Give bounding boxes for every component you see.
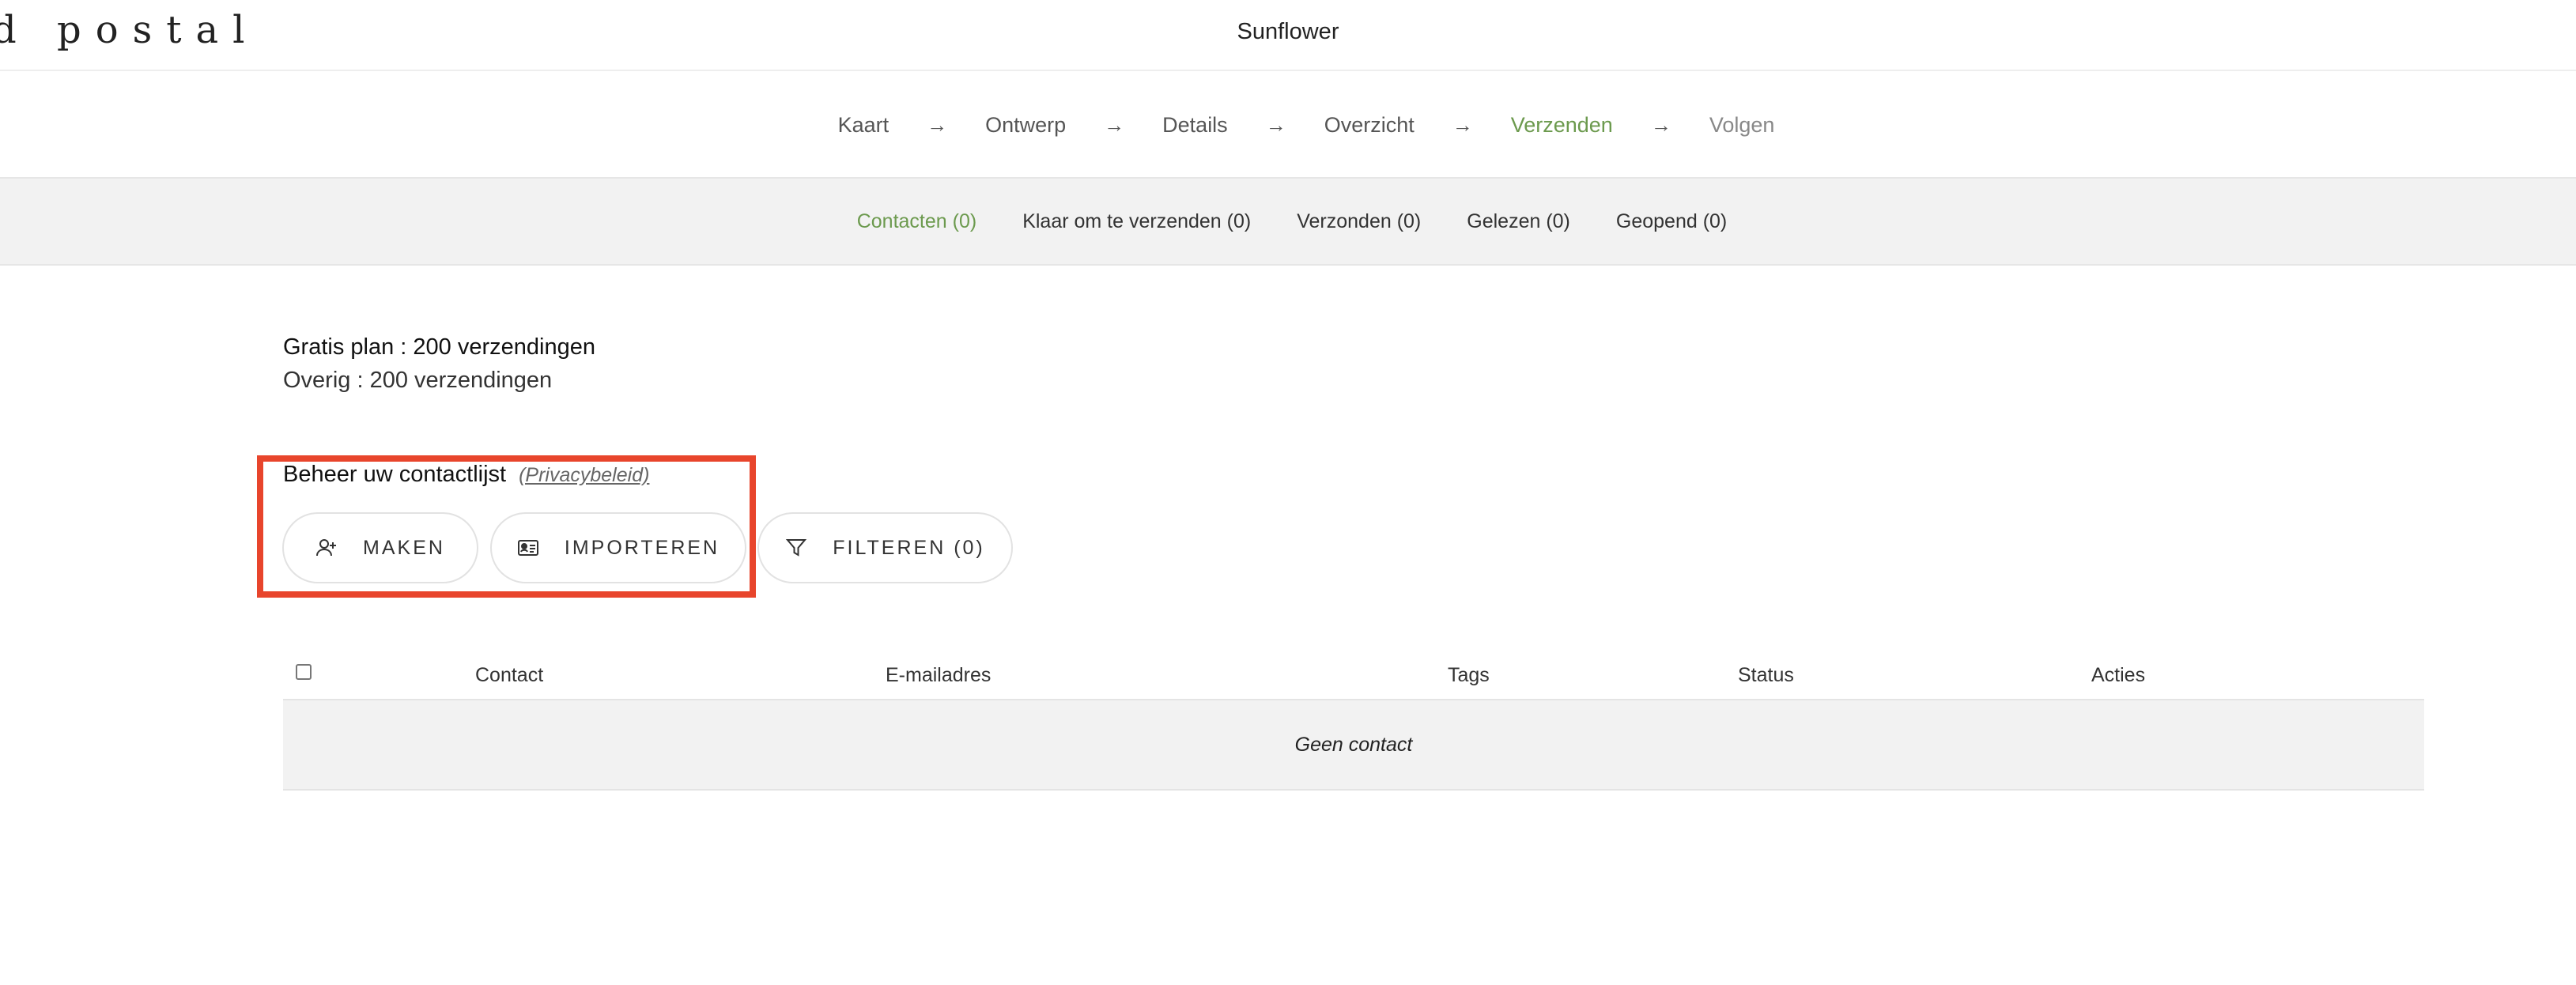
- step-arrow-icon: →: [1650, 112, 1671, 137]
- column-header-contact[interactable]: Contact: [475, 664, 543, 687]
- tab-geopend[interactable]: Geopend (0): [1593, 210, 1750, 233]
- step-arrow-icon: →: [927, 112, 948, 137]
- step-arrow-icon: →: [1104, 112, 1125, 137]
- plan-info: Gratis plan : 200 verzendingen Overig : …: [283, 330, 595, 397]
- filter-icon: [785, 537, 807, 559]
- empty-table-row: Geen contact: [283, 699, 2424, 791]
- tab-gelezen[interactable]: Gelezen (0): [1444, 210, 1593, 233]
- contacts-table: Contact E-mailadres Tags Status Acties G…: [283, 653, 2424, 791]
- step-arrow-icon: →: [1265, 112, 1286, 137]
- step-volgen[interactable]: Volgen: [1694, 113, 1791, 138]
- select-all-checkbox[interactable]: [296, 664, 312, 680]
- column-header-status[interactable]: Status: [1738, 664, 1794, 687]
- plan-name: Gratis plan : 200 verzendingen: [283, 334, 595, 360]
- contact-list-header: Beheer uw contactlijst (Privacybeleid): [283, 462, 649, 488]
- tab-contacten[interactable]: Contacten (0): [834, 210, 999, 233]
- create-contact-label: MAKEN: [363, 536, 445, 559]
- step-verzenden[interactable]: Verzenden: [1495, 113, 1629, 138]
- table-header: Contact E-mailadres Tags Status Acties: [283, 653, 2424, 699]
- contact-status-tabs: Contacten (0) Klaar om te verzenden (0) …: [0, 177, 2576, 266]
- add-user-icon: [315, 537, 338, 559]
- filter-button[interactable]: FILTEREN (0): [757, 512, 1013, 583]
- step-arrow-icon: →: [1452, 112, 1473, 137]
- column-header-tags[interactable]: Tags: [1448, 664, 1490, 687]
- filter-label: FILTEREN (0): [833, 536, 985, 559]
- step-kaart[interactable]: Kaart: [822, 113, 905, 138]
- tab-verzonden[interactable]: Verzonden (0): [1274, 210, 1444, 233]
- top-bar: d postal Sunflower: [0, 0, 2576, 71]
- empty-table-message: Geen contact: [1294, 733, 1413, 756]
- privacy-policy-link[interactable]: (Privacybeleid): [519, 464, 649, 487]
- contact-list-title: Beheer uw contactlijst: [283, 462, 507, 487]
- step-ontwerp[interactable]: Ontwerp: [969, 113, 1082, 138]
- import-contacts-label: IMPORTEREN: [564, 536, 720, 559]
- tab-klaar-om-te-verzenden[interactable]: Klaar om te verzenden (0): [999, 210, 1274, 233]
- page-title: Sunflower: [1237, 19, 1339, 44]
- contact-card-icon: [517, 537, 539, 559]
- import-contacts-button[interactable]: IMPORTEREN: [490, 512, 746, 583]
- column-header-actions: Acties: [2091, 664, 2146, 686]
- step-details[interactable]: Details: [1146, 113, 1244, 138]
- plan-remaining: Overig : 200 verzendingen: [283, 368, 553, 393]
- create-contact-button[interactable]: MAKEN: [282, 512, 478, 583]
- column-header-email[interactable]: E-mailadres: [886, 664, 991, 687]
- step-overzicht[interactable]: Overzicht: [1309, 113, 1430, 138]
- step-navigation: Kaart → Ontwerp → Details → Overzicht → …: [0, 73, 2576, 177]
